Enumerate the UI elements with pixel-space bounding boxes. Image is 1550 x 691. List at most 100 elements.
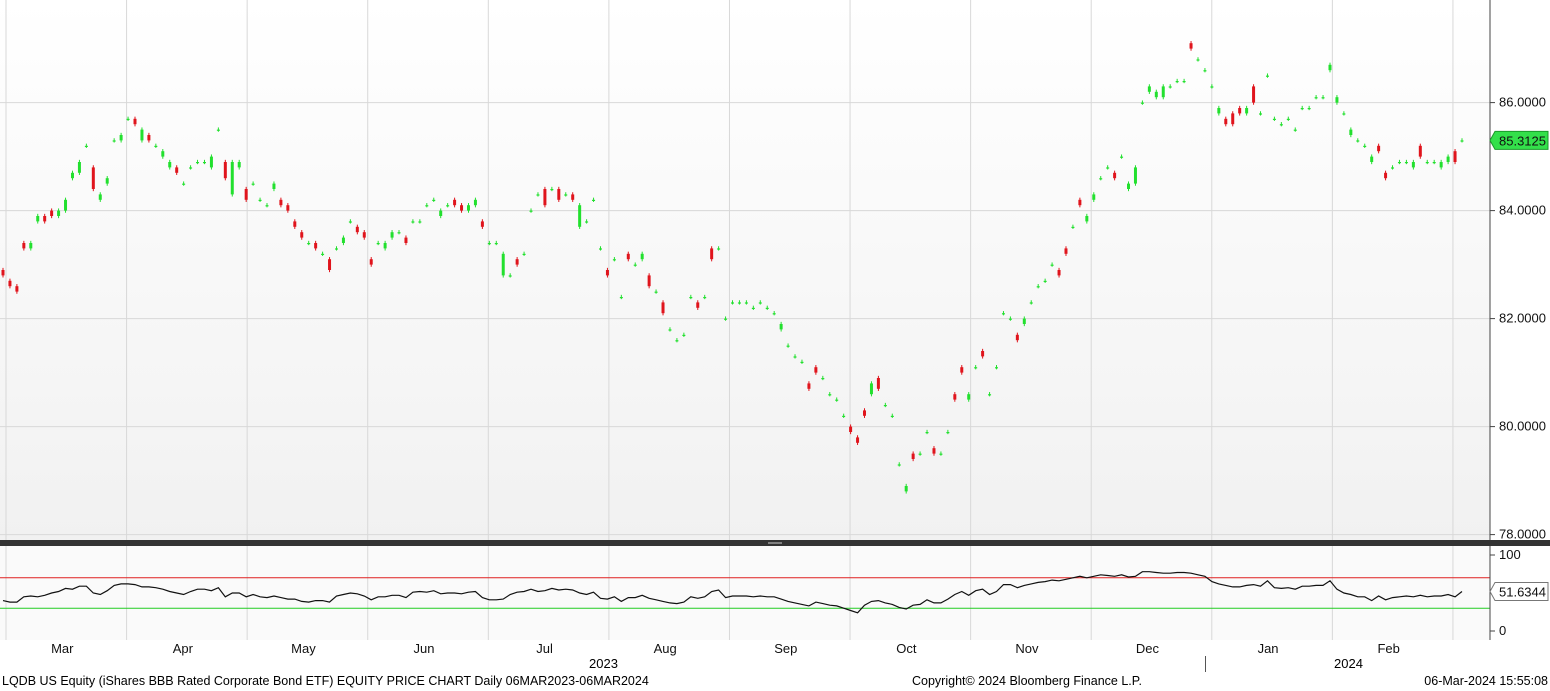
candle-body bbox=[564, 194, 568, 196]
candle-body bbox=[647, 275, 651, 287]
candle bbox=[209, 154, 213, 170]
candle-body bbox=[856, 437, 860, 443]
candle bbox=[1453, 149, 1457, 165]
candle-body bbox=[661, 302, 665, 314]
candle bbox=[1161, 84, 1165, 100]
price-chart: 78.0000 80.0000 82.0000 84.0000 86.0000 100 0 8… bbox=[0, 0, 1550, 656]
candle bbox=[91, 165, 95, 192]
candle-body bbox=[1231, 113, 1235, 125]
candle-body bbox=[1377, 145, 1381, 152]
candle-body bbox=[1265, 75, 1269, 77]
main-panel-background bbox=[0, 0, 1490, 540]
candle-body bbox=[230, 162, 234, 195]
y-tick-label: 86.0000 bbox=[1499, 95, 1546, 110]
candle-body bbox=[466, 205, 470, 211]
candle-body bbox=[196, 162, 200, 164]
candle-body bbox=[598, 248, 602, 250]
y-tick-label: 84.0000 bbox=[1499, 203, 1546, 218]
candle-body bbox=[1300, 108, 1304, 110]
candle-body bbox=[1321, 97, 1325, 99]
candle bbox=[1252, 84, 1256, 105]
year-label-2024: 2024 bbox=[1334, 656, 1363, 671]
candle-body bbox=[1391, 167, 1395, 169]
candle-body bbox=[251, 183, 255, 185]
candle-body bbox=[1168, 86, 1172, 88]
candle bbox=[140, 127, 144, 143]
candle-body bbox=[1404, 162, 1408, 164]
candle-body bbox=[654, 291, 658, 293]
candle-body bbox=[411, 221, 415, 223]
x-tick-label: Nov bbox=[1015, 641, 1039, 656]
candle-body bbox=[1224, 118, 1228, 125]
candle-body bbox=[842, 415, 846, 417]
candle bbox=[661, 300, 665, 316]
candle-body bbox=[355, 226, 359, 233]
candle-body bbox=[849, 426, 853, 432]
year-label-2023: 2023 bbox=[589, 656, 618, 671]
candle-body bbox=[418, 221, 422, 223]
candle-body bbox=[70, 172, 74, 179]
candle-body bbox=[981, 351, 985, 357]
candle-body bbox=[1279, 124, 1283, 126]
candle-body bbox=[689, 297, 693, 299]
candle-body bbox=[1050, 264, 1054, 266]
candle-body bbox=[800, 361, 804, 363]
candle-body bbox=[161, 151, 165, 157]
candle-body bbox=[1008, 318, 1012, 320]
candle-body bbox=[182, 183, 186, 185]
candle bbox=[77, 159, 81, 175]
candle-body bbox=[1015, 334, 1019, 341]
candle-body bbox=[508, 275, 512, 277]
candle bbox=[543, 186, 547, 208]
x-tick-label: Oct bbox=[896, 641, 917, 656]
candle-body bbox=[1133, 167, 1137, 184]
candle-body bbox=[821, 378, 825, 380]
candle-body bbox=[953, 394, 957, 400]
candle-body bbox=[1328, 64, 1332, 71]
x-tick-label: Dec bbox=[1136, 641, 1160, 656]
candle-body bbox=[397, 232, 401, 234]
candle-body bbox=[731, 302, 734, 304]
x-tick-label: Jul bbox=[536, 641, 553, 656]
x-tick-label: Apr bbox=[173, 641, 194, 656]
candle bbox=[328, 257, 332, 273]
candle-body bbox=[585, 221, 589, 223]
candle-body bbox=[863, 410, 867, 416]
candle-body bbox=[1001, 313, 1005, 315]
candle-body bbox=[425, 205, 429, 207]
x-tick-label: May bbox=[291, 641, 316, 656]
candle-body bbox=[15, 286, 19, 292]
candle-body bbox=[362, 232, 366, 238]
candle-body bbox=[1161, 86, 1165, 98]
candle-body bbox=[807, 383, 811, 389]
candle-body bbox=[265, 205, 269, 207]
candle-body bbox=[529, 210, 533, 212]
candle-body bbox=[307, 243, 311, 245]
candle bbox=[557, 186, 561, 202]
candle-body bbox=[668, 329, 672, 331]
candle-body bbox=[293, 221, 297, 227]
candle-body bbox=[29, 243, 33, 249]
candle-body bbox=[175, 167, 179, 173]
candle-body bbox=[126, 118, 130, 120]
candle-body bbox=[1286, 118, 1290, 120]
candle-body bbox=[98, 194, 102, 200]
candle-body bbox=[988, 394, 992, 396]
copyright-text: Copyright© 2024 Bloomberg Finance L.P. bbox=[912, 674, 1142, 688]
indicator-panel-background bbox=[0, 546, 1490, 640]
candle-body bbox=[765, 307, 769, 309]
oscillator-last-label: 51.6344 bbox=[1499, 584, 1546, 599]
candle-body bbox=[1043, 280, 1047, 282]
y-tick-label: 78.0000 bbox=[1499, 527, 1546, 542]
candle bbox=[64, 197, 68, 213]
candle-body bbox=[640, 253, 644, 260]
candle-body bbox=[744, 302, 748, 304]
x-tick-label: Jun bbox=[414, 641, 435, 656]
candle-body bbox=[1196, 59, 1200, 61]
candle-body bbox=[279, 199, 283, 206]
y-tick-label: 0 bbox=[1499, 623, 1506, 638]
candle-body bbox=[1147, 86, 1151, 92]
candle bbox=[244, 186, 248, 202]
candle-body bbox=[473, 199, 477, 206]
candle-body bbox=[967, 394, 971, 400]
